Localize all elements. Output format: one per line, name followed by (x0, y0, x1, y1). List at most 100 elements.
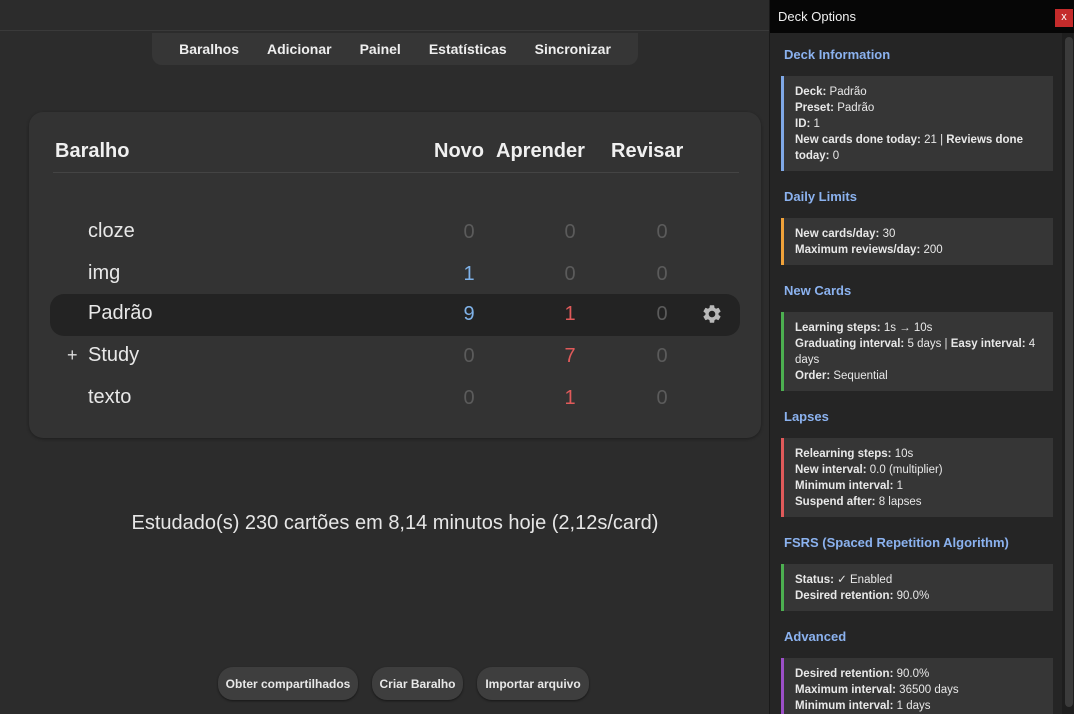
option-value: 8 lapses (875, 496, 922, 508)
review-count: 0 (656, 221, 668, 243)
option-label: New cards/day: (795, 228, 880, 240)
import-file-button[interactable]: Importar arquivo (477, 667, 589, 700)
option-value: 21 | (920, 134, 947, 146)
option-value: 0.0 (multiplier) (866, 464, 943, 476)
option-value: 1 (810, 118, 820, 130)
header-review: Revisar (611, 140, 684, 162)
expand-toggle[interactable]: + (67, 345, 78, 366)
deck-name[interactable]: Study (88, 344, 139, 367)
nav-add[interactable]: Adicionar (253, 41, 346, 57)
option-value: ✓ Enabled (833, 574, 893, 586)
section-title-advanced: Advanced (784, 629, 847, 644)
deck-name[interactable]: Padrão (88, 302, 153, 325)
top-navbar: Baralhos Adicionar Painel Estatísticas S… (152, 33, 638, 65)
option-line: Preset: Padrão (795, 100, 1043, 116)
option-label: New cards done today: (795, 134, 921, 146)
option-label: Easy interval: (950, 338, 1026, 350)
learn-count: 1 (564, 303, 576, 325)
scrollbar-thumb[interactable] (1065, 37, 1073, 707)
deck-information-box: Deck: Padrão Preset: Padrão ID: 1 New ca… (781, 76, 1053, 171)
deck-row-img[interactable]: img 1 0 0 (50, 254, 740, 296)
option-value: 90.0% (893, 590, 930, 602)
get-shared-button[interactable]: Obter compartilhados (218, 667, 358, 700)
option-value: 200 (920, 244, 943, 256)
option-value: Padrão (826, 86, 867, 98)
review-count: 0 (656, 345, 668, 367)
option-label: Relearning steps: (795, 448, 892, 460)
deck-row-padrao[interactable]: Padrão 9 1 0 (50, 294, 740, 336)
option-line: Desired retention: 90.0% (795, 588, 1043, 604)
option-label: Desired retention: (795, 590, 894, 602)
learn-count: 1 (564, 387, 576, 409)
new-count: 9 (463, 303, 475, 325)
header-deck: Baralho (55, 140, 130, 162)
panel-titlebar: Deck Options x (770, 0, 1074, 33)
deck-row-cloze[interactable]: cloze 0 0 0 (50, 212, 740, 254)
new-count: 0 (463, 387, 475, 409)
option-label: Desired retention: (795, 668, 894, 680)
section-title-deck-information: Deck Information (784, 47, 891, 62)
nav-sync[interactable]: Sincronizar (521, 41, 625, 57)
deck-options-panel: Deck Options x Deck Information Deck: Pa… (769, 0, 1074, 714)
option-label: Deck: (795, 86, 827, 98)
option-value: 1 (893, 480, 903, 492)
option-label: Learning steps: (795, 322, 881, 334)
advanced-box: Desired retention: 90.0% Maximum interva… (781, 658, 1053, 714)
fsrs-box: Status: ✓ Enabled Desired retention: 90.… (781, 564, 1053, 611)
deck-name[interactable]: img (88, 262, 120, 285)
header-divider (53, 172, 739, 173)
option-label: Order: (795, 370, 831, 382)
option-value: 10s (891, 448, 914, 460)
lapses-box: Relearning steps: 10s New interval: 0.0 … (781, 438, 1053, 517)
create-deck-button[interactable]: Criar Baralho (372, 667, 463, 700)
new-count: 0 (463, 221, 475, 243)
option-value: 30 (879, 228, 896, 240)
deck-name[interactable]: texto (88, 386, 131, 409)
option-label: ID: (795, 118, 811, 130)
new-count: 0 (463, 345, 475, 367)
option-line: Maximum reviews/day: 200 (795, 242, 1043, 258)
option-line: New cards/day: 30 (795, 226, 1043, 242)
option-line: Suspend after: 8 lapses (795, 494, 1043, 510)
header-learn: Aprender (496, 140, 585, 162)
option-line: Relearning steps: 10s (795, 446, 1043, 462)
option-line: ID: 1 (795, 116, 1043, 132)
option-line: New cards done today: 21 | Reviews done … (795, 132, 1043, 164)
new-cards-box: Learning steps: 1s → 10s Graduating inte… (781, 312, 1053, 391)
option-line: New interval: 0.0 (multiplier) (795, 462, 1043, 478)
deck-row-study[interactable]: + Study 0 7 0 (50, 336, 740, 378)
learn-count: 0 (564, 263, 576, 285)
option-value: 0 (829, 150, 840, 162)
section-title-lapses: Lapses (784, 409, 829, 424)
top-divider (0, 30, 769, 31)
option-label: Suspend after: (795, 496, 876, 508)
gear-icon[interactable] (701, 303, 723, 325)
close-button[interactable]: x (1055, 9, 1073, 27)
new-count: 1 (463, 263, 475, 285)
option-label: Maximum reviews/day: (795, 244, 921, 256)
option-value: 36500 days (895, 684, 959, 696)
review-count: 0 (656, 263, 668, 285)
option-line: Order: Sequential (795, 368, 1043, 384)
deck-name[interactable]: cloze (88, 220, 135, 243)
option-line: Graduating interval: 5 days | Easy inter… (795, 336, 1043, 368)
nav-stats[interactable]: Estatísticas (415, 41, 521, 57)
option-value: 1 days (893, 700, 931, 712)
option-label: Minimum interval: (795, 700, 894, 712)
nav-browse[interactable]: Painel (346, 41, 415, 57)
deck-browser: Baralhos Adicionar Painel Estatísticas S… (0, 0, 769, 714)
deck-row-texto[interactable]: texto 0 1 0 (50, 378, 740, 420)
section-title-fsrs: FSRS (Spaced Repetition Algorithm) (784, 535, 1009, 550)
option-line: Minimum interval: 1 days (795, 698, 1043, 714)
option-label: Minimum interval: (795, 480, 894, 492)
learn-count: 0 (564, 221, 576, 243)
nav-decks[interactable]: Baralhos (165, 41, 253, 57)
section-title-new-cards: New Cards (784, 283, 852, 298)
learn-count: 7 (564, 345, 576, 367)
option-label: Maximum interval: (795, 684, 896, 696)
daily-limits-box: New cards/day: 30 Maximum reviews/day: 2… (781, 218, 1053, 265)
option-label: New interval: (795, 464, 867, 476)
panel-scrollbar[interactable] (1062, 33, 1074, 714)
option-line: Deck: Padrão (795, 84, 1043, 100)
panel-title: Deck Options (778, 9, 857, 24)
